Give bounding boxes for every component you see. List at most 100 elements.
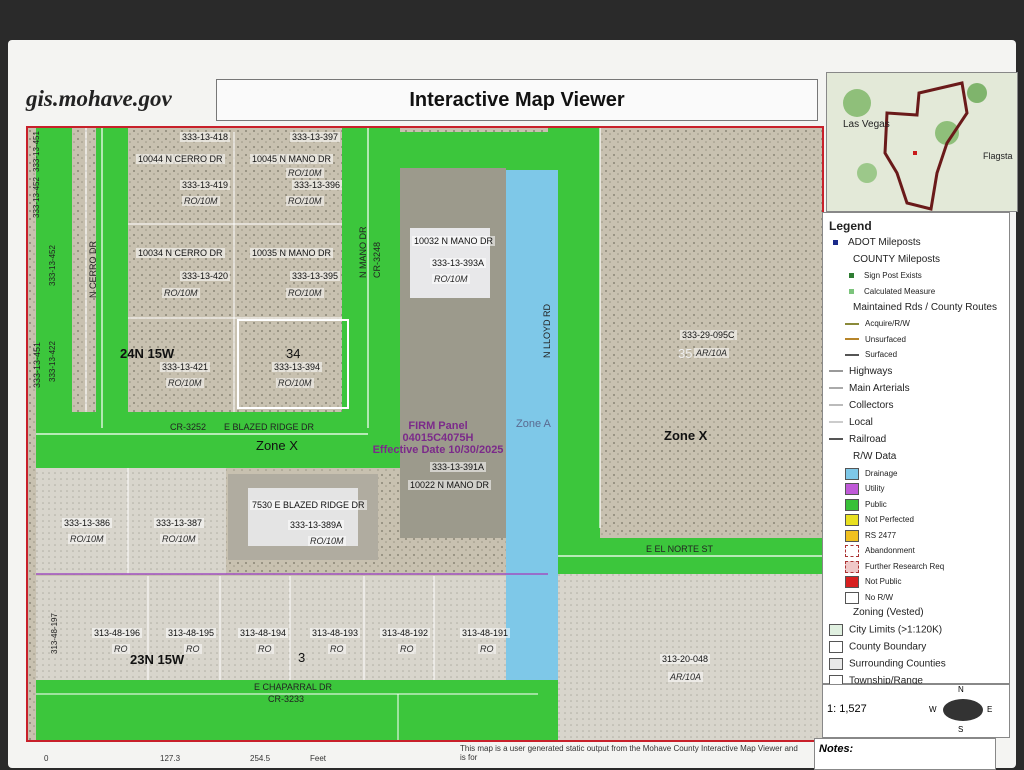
parcel-label[interactable]: 313-48-194 bbox=[238, 628, 289, 638]
legend-item-label: Not Perfected bbox=[865, 515, 914, 525]
site-logo[interactable]: gis.mohave.gov bbox=[26, 86, 172, 112]
legend-swatch-icon bbox=[829, 403, 843, 406]
legend-item-label: County Boundary bbox=[849, 641, 927, 653]
legend-swatch-icon bbox=[845, 498, 859, 511]
legend-swatch-icon bbox=[845, 467, 859, 480]
legend-item-label: Zoning (Vested) bbox=[853, 607, 924, 618]
compass-w: W bbox=[929, 705, 937, 714]
parcel-label[interactable]: 333-13-391A bbox=[430, 462, 487, 472]
firm-line3: Effective Date 10/30/2025 bbox=[372, 444, 504, 456]
parcel-label[interactable]: 333-13-386 bbox=[62, 518, 113, 528]
legend-swatch-icon bbox=[845, 338, 859, 341]
legend-swatch-icon bbox=[833, 239, 838, 245]
parcel-label[interactable]: 313-48-191 bbox=[460, 628, 511, 638]
legend-item: RS 2477 bbox=[845, 529, 896, 542]
firm-line1: FIRM Panel bbox=[408, 420, 468, 432]
legend-item-label: Surrounding Counties bbox=[849, 658, 946, 670]
parcel-label[interactable]: 333-13-394 bbox=[272, 362, 323, 372]
legend-item: Sign Post Exists bbox=[845, 271, 922, 280]
street-label: CR-3248 bbox=[372, 241, 382, 278]
section-label: 3 bbox=[298, 650, 306, 665]
zoning-label: RO/10M bbox=[286, 288, 324, 298]
street-label: N MANO DR bbox=[358, 226, 368, 279]
legend-item: Maintained Rds / County Routes bbox=[853, 302, 997, 313]
legend-item: Highways bbox=[829, 366, 892, 377]
zoning-label: RO bbox=[256, 644, 274, 654]
firm-line2: 04015C4075H bbox=[402, 432, 474, 444]
legend-swatch-icon bbox=[829, 369, 843, 372]
parcel-label[interactable]: 313-48-192 bbox=[380, 628, 431, 638]
side-parcel-label: 333-13-452 bbox=[48, 245, 57, 286]
zoning-label: RO/10M bbox=[432, 274, 470, 284]
parcel-label[interactable]: 333-13-395 bbox=[290, 271, 341, 281]
zoning-label: RO/10M bbox=[182, 196, 220, 206]
parcel-label[interactable]: 333-13-396 bbox=[292, 180, 343, 190]
legend-swatch-icon bbox=[845, 576, 859, 588]
parcel-label[interactable]: 333-13-397 bbox=[290, 132, 341, 142]
legend-item: Calculated Measure bbox=[845, 287, 935, 296]
legend-item: Not Public bbox=[845, 576, 901, 588]
legend-item: Drainage bbox=[845, 467, 897, 480]
map-canvas[interactable]: 333-13-418 333-13-397 333-13-419 333-13-396… bbox=[26, 126, 824, 742]
legend-item: Utility bbox=[845, 483, 885, 495]
street-label: N LLOYD RD bbox=[542, 303, 552, 358]
legend-item-label: Not Public bbox=[865, 577, 902, 587]
legend-swatch-icon bbox=[829, 641, 843, 653]
legend-item-label: Main Arterials bbox=[849, 382, 910, 394]
scalebar-tick: 254.5 bbox=[250, 754, 271, 763]
side-parcel-label: 313-48-197 bbox=[50, 613, 59, 654]
zoning-label: AR/10A bbox=[668, 672, 704, 682]
zoning-label: RO bbox=[184, 644, 202, 654]
legend-item: Main Arterials bbox=[829, 383, 910, 394]
parcel-label[interactable]: 333-29-095C bbox=[680, 330, 737, 340]
zoning-label: RO/10M bbox=[160, 534, 198, 544]
parcel-label[interactable]: 313-48-193 bbox=[310, 628, 361, 638]
parcel-label[interactable]: 333-13-421 bbox=[160, 362, 211, 372]
township-label: 24N 15W bbox=[120, 346, 175, 361]
firm-panel-label: FIRM Panel 04015C4075H Effective Date 10… bbox=[358, 420, 518, 456]
legend-item: Surrounding Counties bbox=[829, 658, 946, 670]
legend-item-label: Calculated Measure bbox=[864, 286, 936, 296]
parcel-label[interactable]: 333-13-419 bbox=[180, 180, 231, 190]
legend-item-label: Collectors bbox=[849, 399, 894, 411]
zoning-label: RO/10M bbox=[286, 196, 324, 206]
parcel-label[interactable]: 333-13-393A bbox=[430, 258, 487, 268]
parcel-label[interactable]: 333-13-387 bbox=[154, 518, 205, 528]
legend-item: Railroad bbox=[829, 434, 886, 445]
legend-swatch-icon bbox=[849, 273, 854, 279]
parcel-label[interactable]: 333-13-389A bbox=[288, 520, 345, 530]
legend-swatch-icon bbox=[829, 437, 843, 440]
legend-item-label: ADOT Mileposts bbox=[848, 237, 921, 248]
flood-zone-label: Zone X bbox=[256, 438, 298, 453]
zoning-label: RO/10M bbox=[308, 536, 346, 546]
legend-swatch-icon bbox=[845, 560, 859, 573]
side-parcel-label: 333-13-452 bbox=[32, 177, 41, 218]
legend-item: Unsurfaced bbox=[845, 335, 906, 344]
overview-inset-map[interactable]: Las Vegas Flagsta bbox=[826, 72, 1018, 212]
parcel-label[interactable]: 313-20-048 bbox=[660, 654, 711, 664]
scale-panel: 1: 1,527 N S W E bbox=[822, 684, 1010, 738]
street-label: E EL NORTE ST bbox=[646, 544, 714, 554]
legend-item-label: Acquire/R/W bbox=[865, 319, 910, 328]
parcel-label[interactable]: 313-48-195 bbox=[166, 628, 217, 638]
legend-item-label: Sign Post Exists bbox=[864, 271, 922, 280]
legend-item-label: COUNTY Mileposts bbox=[853, 254, 941, 265]
legend-title: Legend bbox=[829, 219, 872, 233]
parcel-label[interactable]: 333-13-420 bbox=[180, 271, 231, 281]
legend-swatch-icon bbox=[845, 529, 859, 542]
parcel-label[interactable]: 313-48-196 bbox=[92, 628, 143, 638]
legend-item-label: Railroad bbox=[849, 433, 887, 445]
legend-item: Collectors bbox=[829, 400, 893, 411]
legend-item-label: Surfaced bbox=[865, 350, 898, 359]
legend-swatch-icon bbox=[845, 514, 859, 526]
township-label: 23N 15W bbox=[130, 652, 185, 667]
address-label: 10035 N MANO DR bbox=[250, 248, 334, 258]
section-label: 34 bbox=[286, 346, 301, 361]
scalebar-tick: 127.3 bbox=[160, 754, 181, 763]
legend-item: Zoning (Vested) bbox=[853, 607, 924, 618]
parcel-label[interactable]: 333-13-418 bbox=[180, 132, 231, 142]
address-label: 10034 N CERRO DR bbox=[136, 248, 225, 258]
flood-zone-label: Zone X bbox=[664, 428, 708, 443]
address-label: 10032 N MANO DR bbox=[412, 236, 496, 246]
legend-item: Acquire/R/W bbox=[845, 319, 910, 328]
